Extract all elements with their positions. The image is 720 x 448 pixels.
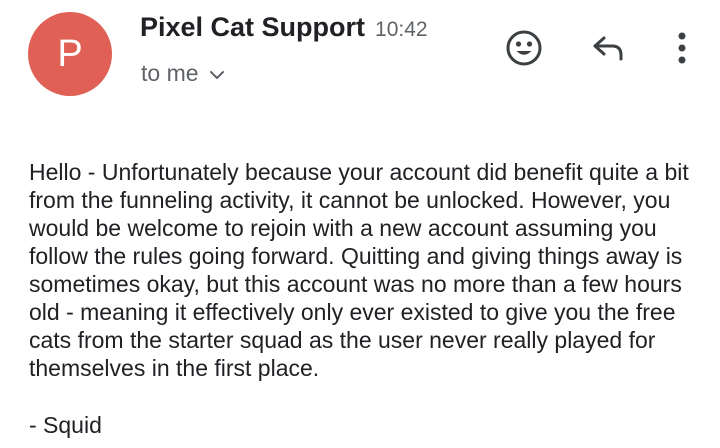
sender-name[interactable]: Pixel Cat Support	[140, 12, 365, 43]
recipient-label: to me	[141, 60, 199, 86]
emoji-reaction-icon	[506, 30, 542, 66]
message-body: Hello - Unfortunately because your accou…	[29, 159, 689, 381]
reply-icon	[593, 36, 623, 61]
add-reaction-button[interactable]	[500, 24, 548, 72]
recipient-details-toggle[interactable]: to me	[141, 60, 225, 87]
sender-header: Pixel Cat Support 10:42	[140, 12, 428, 43]
message-time: 10:42	[375, 18, 428, 41]
reply-button[interactable]	[584, 24, 632, 72]
sender-avatar-initial: P	[57, 33, 83, 75]
more-vert-icon	[678, 32, 686, 64]
message-signature: - Squid	[29, 412, 102, 438]
sender-avatar[interactable]: P	[28, 12, 112, 96]
chevron-down-icon	[209, 71, 224, 79]
more-options-button[interactable]	[662, 24, 702, 72]
